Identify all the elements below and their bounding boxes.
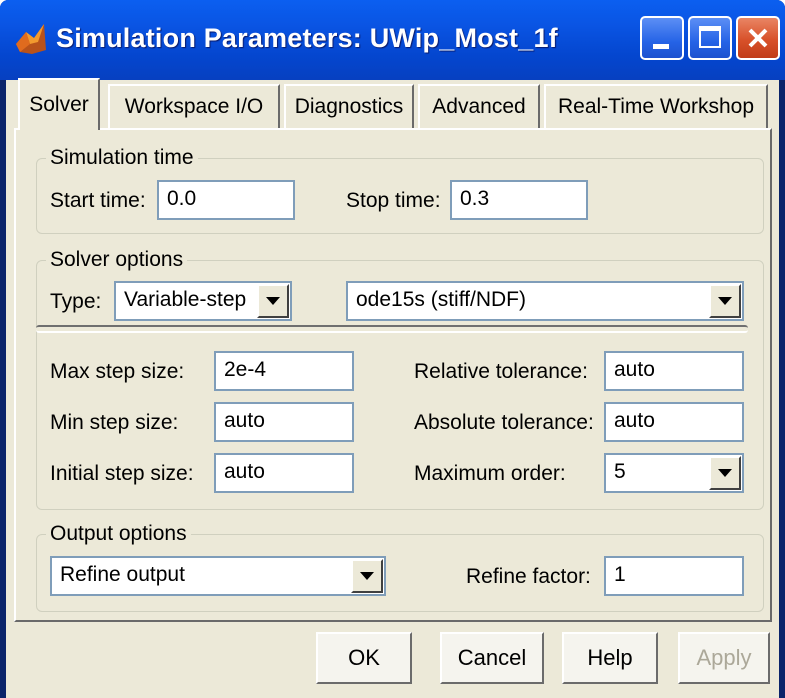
absolute-tolerance-label: Absolute tolerance: [414,411,594,434]
relative-tolerance-label: Relative tolerance: [414,360,588,383]
minimize-icon [653,44,669,49]
dropdown-button[interactable] [709,284,741,318]
chevron-down-icon [718,469,732,477]
stop-time-label: Stop time: [346,189,441,212]
chevron-down-icon [360,572,374,580]
selected-value: 5 [614,460,626,483]
splitter-bar[interactable] [36,325,748,333]
output-options-select[interactable]: Refine output [50,556,386,596]
close-icon [748,28,768,48]
tab-label: Workspace I/O [124,95,264,118]
dropdown-button[interactable] [257,284,289,318]
solver-type-select[interactable]: Variable-step [114,281,292,321]
tab-advanced[interactable]: Advanced [418,84,540,128]
max-step-size-input[interactable]: 2e-4 [214,351,354,391]
help-button[interactable]: Help [562,632,658,684]
solver-select[interactable]: ode15s (stiff/NDF) [346,281,744,321]
window-title: Simulation Parameters: UWip_Most_1f [56,23,558,53]
initial-step-size-input[interactable]: auto [214,453,354,493]
ok-button[interactable]: OK [316,632,412,684]
tab-label: Diagnostics [294,95,404,118]
relative-tolerance-input[interactable]: auto [604,351,744,391]
start-time-label: Start time: [50,189,146,212]
close-button[interactable] [736,16,780,60]
dropdown-button[interactable] [709,456,741,490]
selected-value: Variable-step [124,288,247,311]
min-step-size-input[interactable]: auto [214,402,354,442]
tab-label: Advanced [432,95,526,118]
tab-solver[interactable]: Solver [18,78,100,130]
maximize-button[interactable] [688,16,732,60]
start-time-input[interactable]: 0.0 [157,180,295,220]
min-step-size-label: Min step size: [50,411,179,434]
tab-workspace-io[interactable]: Workspace I/O [108,84,280,128]
apply-button[interactable]: Apply [678,632,770,684]
minimize-button[interactable] [640,16,684,60]
stop-time-input[interactable]: 0.3 [450,180,588,220]
dialog-window: Simulation Parameters: UWip_Most_1f Solv… [0,0,785,698]
maximize-icon [699,26,721,48]
dropdown-button[interactable] [351,559,383,593]
group-title: Solver options [46,248,188,272]
tab-label: Solver [29,93,89,116]
solver-type-label: Type: [50,290,102,313]
maximum-order-select[interactable]: 5 [604,453,744,493]
selected-value: ode15s (stiff/NDF) [356,288,526,311]
maximum-order-label: Maximum order: [414,462,566,485]
cancel-button[interactable]: Cancel [440,632,544,684]
title-bar[interactable]: Simulation Parameters: UWip_Most_1f [0,0,785,80]
selected-value: Refine output [60,563,185,586]
refine-factor-input[interactable]: 1 [604,556,744,596]
chevron-down-icon [718,297,732,305]
group-title: Simulation time [46,146,198,170]
chevron-down-icon [266,297,280,305]
refine-factor-label: Refine factor: [466,565,591,588]
group-title: Output options [46,522,191,546]
tab-real-time-workshop[interactable]: Real-Time Workshop [544,84,768,128]
tab-diagnostics[interactable]: Diagnostics [284,84,414,128]
max-step-size-label: Max step size: [50,360,185,383]
matlab-simulink-icon [16,24,46,54]
absolute-tolerance-input[interactable]: auto [604,402,744,442]
initial-step-size-label: Initial step size: [50,462,194,485]
tab-label: Real-Time Workshop [557,95,755,118]
